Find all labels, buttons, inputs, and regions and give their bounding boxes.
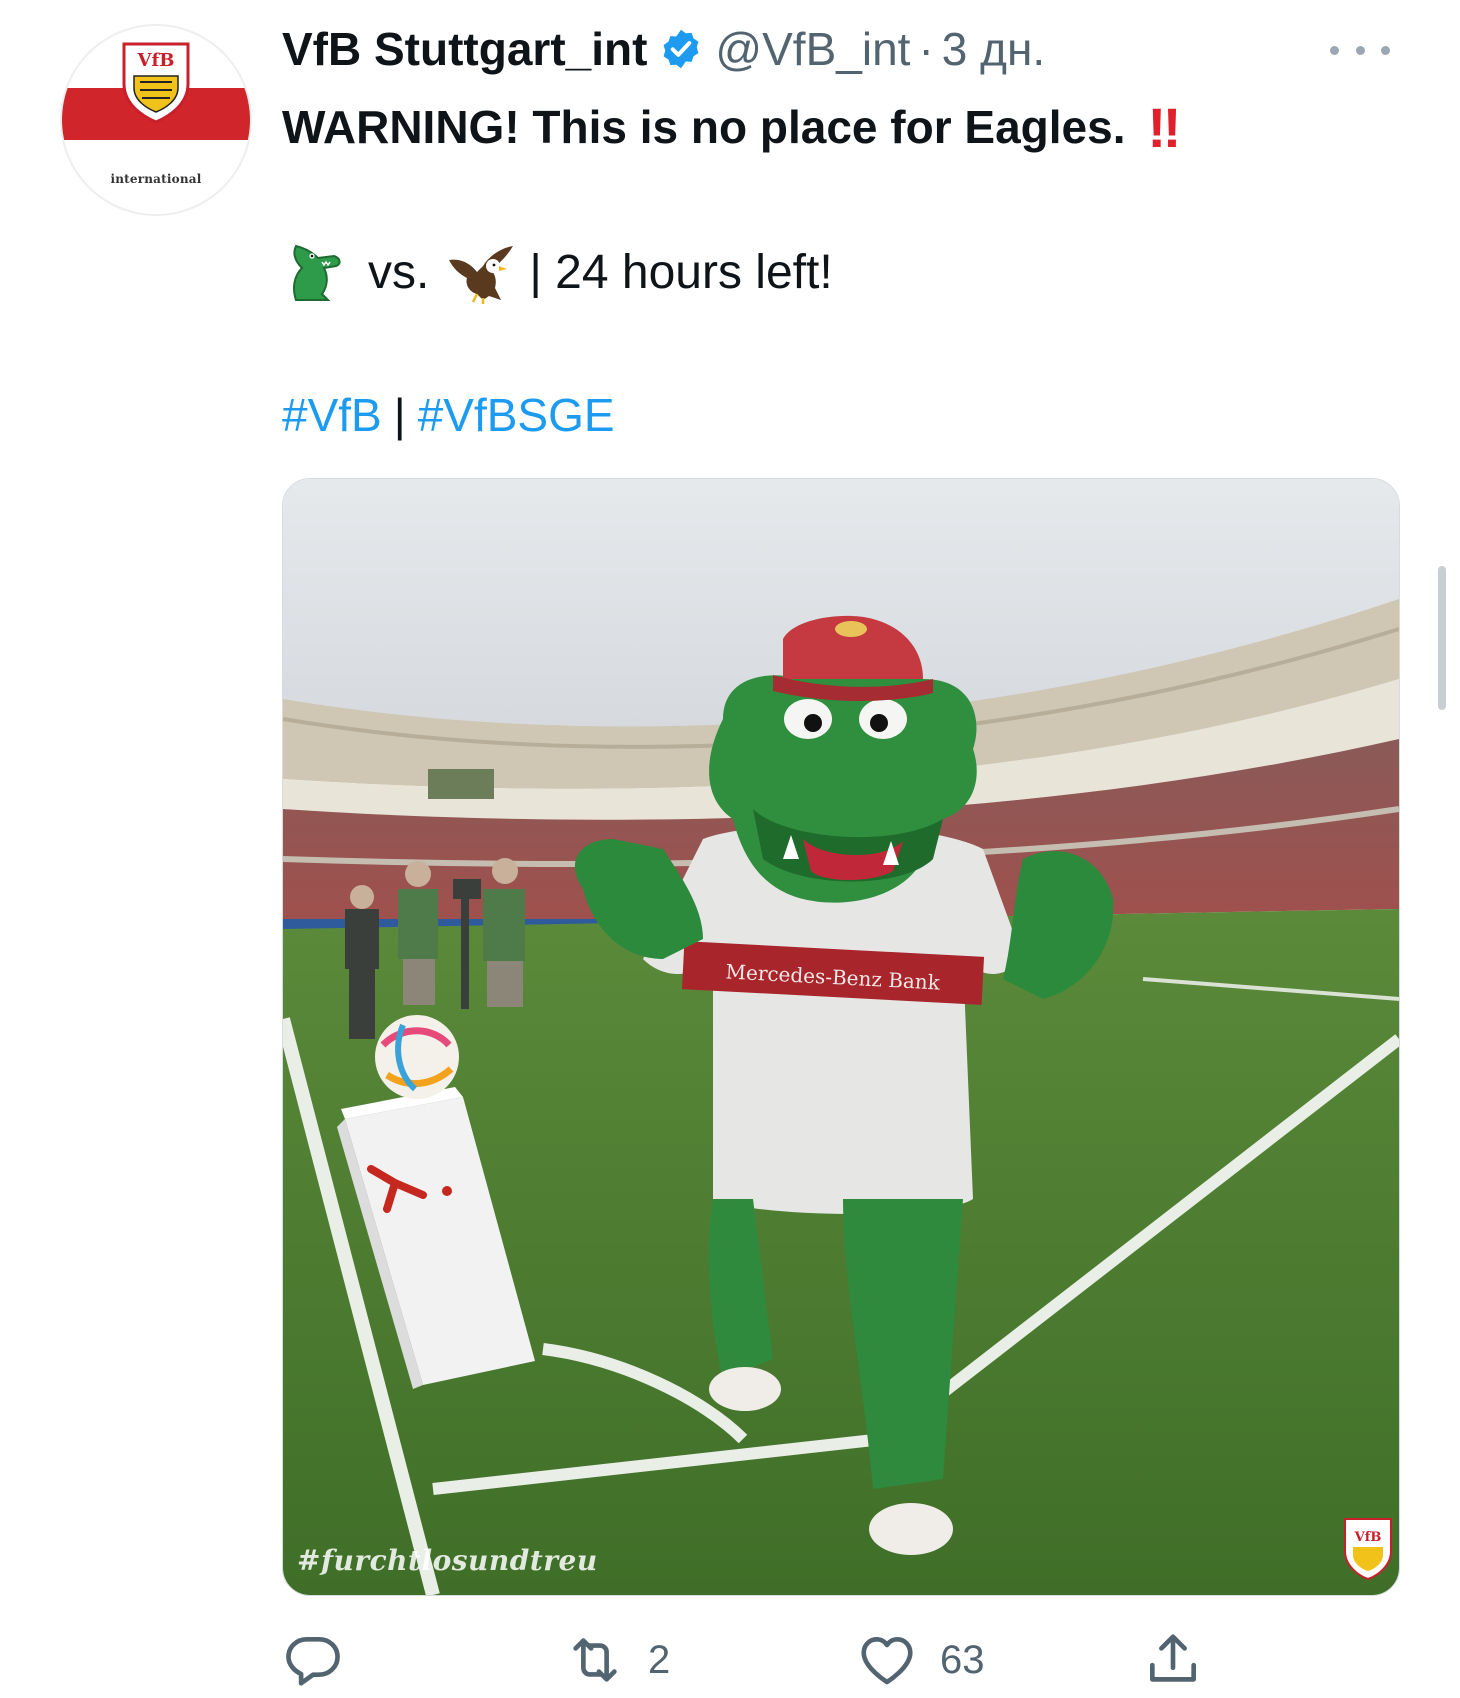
header-separator: · — [918, 23, 934, 75]
author-handle[interactable]: @VfB_int — [715, 22, 910, 76]
photo-watermark: #furchtlosundtreu — [297, 1544, 598, 1577]
retweet-icon — [573, 1638, 617, 1682]
tweet-text-line-2: vs. | 24 hours left! — [282, 236, 833, 308]
like-button[interactable]: 63 — [856, 1628, 985, 1692]
crocodile-emoji — [293, 244, 341, 301]
avatar-caption: international — [110, 172, 202, 186]
warning-text: WARNING! This is no place for Eagles. — [282, 101, 1126, 153]
hashtag-vfbsge[interactable]: #VfBSGE — [418, 388, 615, 442]
hashtag-vfb[interactable]: #VfB — [282, 388, 382, 442]
author-name[interactable]: VfB Stuttgart_int — [282, 22, 647, 76]
share-button[interactable] — [1142, 1628, 1204, 1692]
like-count: 63 — [940, 1637, 985, 1682]
svg-text:VfB: VfB — [137, 50, 175, 71]
hashtag-line: #VfB | #VfBSGE — [282, 382, 615, 448]
more-options-icon[interactable] — [1330, 40, 1390, 60]
reply-button[interactable] — [282, 1628, 366, 1692]
retweet-button[interactable]: 2 — [564, 1628, 670, 1692]
share-icon — [1150, 1634, 1196, 1682]
author-avatar[interactable]: VfB international — [62, 26, 250, 214]
tweet-media-photo[interactable]: Mercedes-Benz Bank VfB #furchtlosundtreu — [282, 478, 1400, 1596]
heart-icon — [861, 1637, 913, 1685]
tweet-timestamp[interactable]: 3 дн. — [942, 22, 1045, 76]
tweet-header: VfB Stuttgart_int @VfB_int · 3 дн. — [282, 14, 1045, 84]
vs-text: vs. — [368, 245, 430, 299]
reply-icon — [286, 1637, 340, 1686]
scrollbar-thumb[interactable] — [1438, 566, 1446, 710]
tweet-action-bar: 2 63 — [282, 1628, 1222, 1698]
eagle-emoji — [449, 246, 514, 304]
hashtag-separator: | — [393, 389, 406, 441]
vfb-crest-logo: VfB — [122, 42, 190, 124]
double-exclamation-emoji: ‼ — [1147, 95, 1181, 159]
tweet-card: VfB international VfB Stuttgart_int @VfB… — [0, 0, 1460, 1698]
tweet-text-line-1: WARNING! This is no place for Eagles. ‼ — [282, 92, 1181, 162]
retweet-count: 2 — [648, 1637, 671, 1682]
svg-text:VfB: VfB — [1354, 1530, 1382, 1545]
hours-left-text: | 24 hours left! — [529, 245, 833, 299]
mascot-stadium-photo: Mercedes-Benz Bank VfB — [283, 479, 1399, 1595]
verified-badge-icon — [664, 29, 699, 69]
